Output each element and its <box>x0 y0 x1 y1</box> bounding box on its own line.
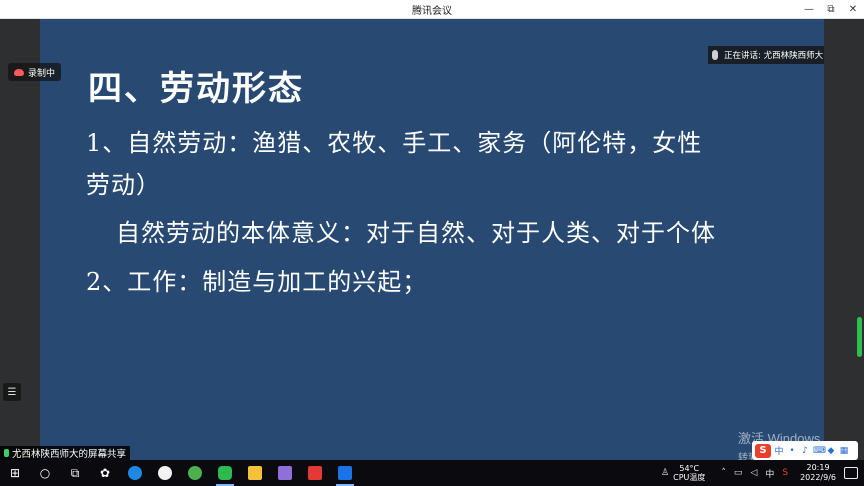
cloud-record-icon <box>14 68 24 76</box>
clock-date: 2022/9/6 <box>800 473 836 482</box>
ime-toolbar[interactable]: S 中 • ♪ ⌨ ◆ ▦ <box>752 441 858 460</box>
ime-keyboard-icon[interactable]: ⌨ <box>813 446 826 456</box>
share-label-text: 尤西林陕西师大的屏幕共享 <box>12 449 127 460</box>
green-circle-icon <box>188 466 202 480</box>
wps-icon <box>308 466 322 480</box>
sogou-tray-icon[interactable]: S <box>782 468 788 478</box>
close-button[interactable]: ✕ <box>842 0 864 19</box>
volume-scroll-indicator[interactable] <box>857 317 862 357</box>
ime-tools-icon[interactable]: ▦ <box>839 446 849 456</box>
task-view-icon: ⧉ <box>70 465 80 480</box>
recording-label: 录制中 <box>28 68 56 79</box>
taskbar-app-pinwheel[interactable]: ✿ <box>90 460 120 486</box>
ime-voice-icon[interactable]: ♪ <box>800 446 810 456</box>
task-view-button[interactable]: ⧉ <box>60 460 90 486</box>
shared-slide: 四、劳动形态 1、自然劳动：渔猎、农牧、手工、家务（阿伦特，女性 劳动） 自然劳… <box>40 19 824 479</box>
taskbar-app-360[interactable] <box>180 460 210 486</box>
window-title: 腾讯会议 <box>412 5 452 17</box>
taskbar-app-wechat[interactable] <box>210 460 240 486</box>
meeting-stage: 四、劳动形态 1、自然劳动：渔猎、农牧、手工、家务（阿伦特，女性 劳动） 自然劳… <box>0 19 864 479</box>
ime-skin-icon[interactable]: ◆ <box>826 446 836 456</box>
people-icon[interactable]: ♙ <box>661 468 669 478</box>
cpu-temp-label: CPU温度 <box>673 473 706 482</box>
slide-line-4: 2、工作：制造与加工的兴起； <box>86 268 428 296</box>
search-button[interactable]: ○ <box>30 460 60 486</box>
ime-mode-toggle[interactable]: 中 <box>774 444 784 457</box>
slide-line-2: 劳动） <box>86 171 161 199</box>
ime-punctuation-icon[interactable]: • <box>787 446 797 456</box>
volume-icon[interactable]: ◁ <box>750 468 757 478</box>
speaking-label: 正在讲话: 尤西林陕西师大 <box>724 51 824 61</box>
list-icon: ☰ <box>7 386 17 398</box>
taskbar-app-wps[interactable] <box>300 460 330 486</box>
notification-icon[interactable] <box>844 467 858 479</box>
system-tray: ♙ 54°C CPU温度 ˄ ▭ ◁ 中 S 20:19 2022/9/6 <box>657 460 864 486</box>
pinwheel-icon: ✿ <box>99 466 111 480</box>
network-icon[interactable]: ▭ <box>734 468 743 478</box>
slide-line-3: 自然劳动的本体意义：对于自然、对于人类、对于个体 <box>116 219 716 247</box>
search-icon: ○ <box>39 466 51 480</box>
taskbar-app-edge[interactable] <box>120 460 150 486</box>
screen-share-label: 尤西林陕西师大的屏幕共享 <box>0 446 131 460</box>
taskbar-clock[interactable]: 20:19 2022/9/6 <box>800 463 836 483</box>
restore-button[interactable]: ⧉ <box>820 0 842 19</box>
windows-logo-icon: ⊞ <box>9 466 21 480</box>
tray-expand-icon[interactable]: ˄ <box>721 468 726 478</box>
folder-icon <box>248 466 262 480</box>
list-toggle-button[interactable]: ☰ <box>3 383 21 401</box>
wechat-icon <box>218 466 232 480</box>
taskbar-app-explorer[interactable] <box>240 460 270 486</box>
start-button[interactable]: ⊞ <box>0 460 30 486</box>
recording-badge[interactable]: 录制中 <box>8 63 62 81</box>
share-mic-icon <box>4 449 9 457</box>
speaking-indicator: 正在讲话: 尤西林陕西师大 <box>708 46 824 64</box>
window-controls: — ⧉ ✕ <box>798 0 864 19</box>
window-title-bar: 腾讯会议 — ⧉ ✕ <box>0 0 864 19</box>
input-language[interactable]: 中 <box>765 467 774 480</box>
tencent-meeting-icon <box>338 466 352 480</box>
microphone-icon <box>712 50 718 60</box>
qq-penguin-icon <box>158 466 172 480</box>
clock-time: 20:19 <box>806 463 830 472</box>
edge-icon <box>128 466 142 480</box>
taskbar-app-photos[interactable] <box>270 460 300 486</box>
taskbar-app-qq[interactable] <box>150 460 180 486</box>
photos-icon <box>278 466 292 480</box>
slide-title: 四、劳动形态 <box>88 69 304 109</box>
taskbar-app-tencent-meeting[interactable] <box>330 460 360 486</box>
slide-line-1: 1、自然劳动：渔猎、农牧、手工、家务（阿伦特，女性 <box>86 129 703 157</box>
cpu-temp-value: 54°C <box>679 464 700 473</box>
sogou-logo-icon[interactable]: S <box>755 443 771 458</box>
cpu-temperature[interactable]: 54°C CPU温度 <box>673 464 705 482</box>
windows-taskbar: ⊞ ○ ⧉ ✿ ♙ 54°C CPU温度 ˄ ▭ ◁ 中 S 20:19 202… <box>0 460 864 486</box>
minimize-button[interactable]: — <box>798 0 820 19</box>
